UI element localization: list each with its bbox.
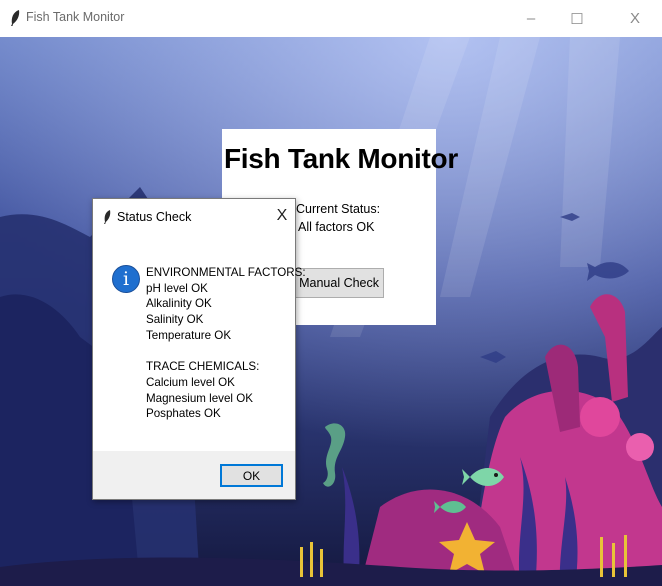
info-icon: i xyxy=(112,265,140,293)
current-status-label: Current Status: xyxy=(296,202,381,216)
dialog-footer: OK xyxy=(93,451,295,499)
status-check-dialog: Status Check X i ENVIRONMENTAL FACTORS: … xyxy=(92,198,306,500)
window-title: Fish Tank Monitor xyxy=(26,10,125,24)
dialog-titlebar[interactable]: Status Check X xyxy=(93,199,295,235)
close-button[interactable]: X xyxy=(612,0,658,37)
minimize-button[interactable]: – xyxy=(508,0,554,37)
dialog-message: ENVIRONMENTAL FACTORS: pH level OK Alkal… xyxy=(146,266,306,421)
dialog-body: i ENVIRONMENTAL FACTORS: pH level OK Alk… xyxy=(93,235,306,451)
ok-button[interactable]: OK xyxy=(220,464,283,487)
page-title: Fish Tank Monitor xyxy=(224,143,458,174)
dialog-title: Status Check xyxy=(117,210,192,224)
dialog-close-button[interactable]: X xyxy=(271,204,293,228)
feather-icon xyxy=(104,210,111,224)
window-titlebar[interactable]: Fish Tank Monitor – ☐ X xyxy=(0,0,662,37)
feather-icon xyxy=(11,10,20,26)
current-status-value: All factors OK xyxy=(298,220,375,234)
maximize-button[interactable]: ☐ xyxy=(554,0,600,37)
